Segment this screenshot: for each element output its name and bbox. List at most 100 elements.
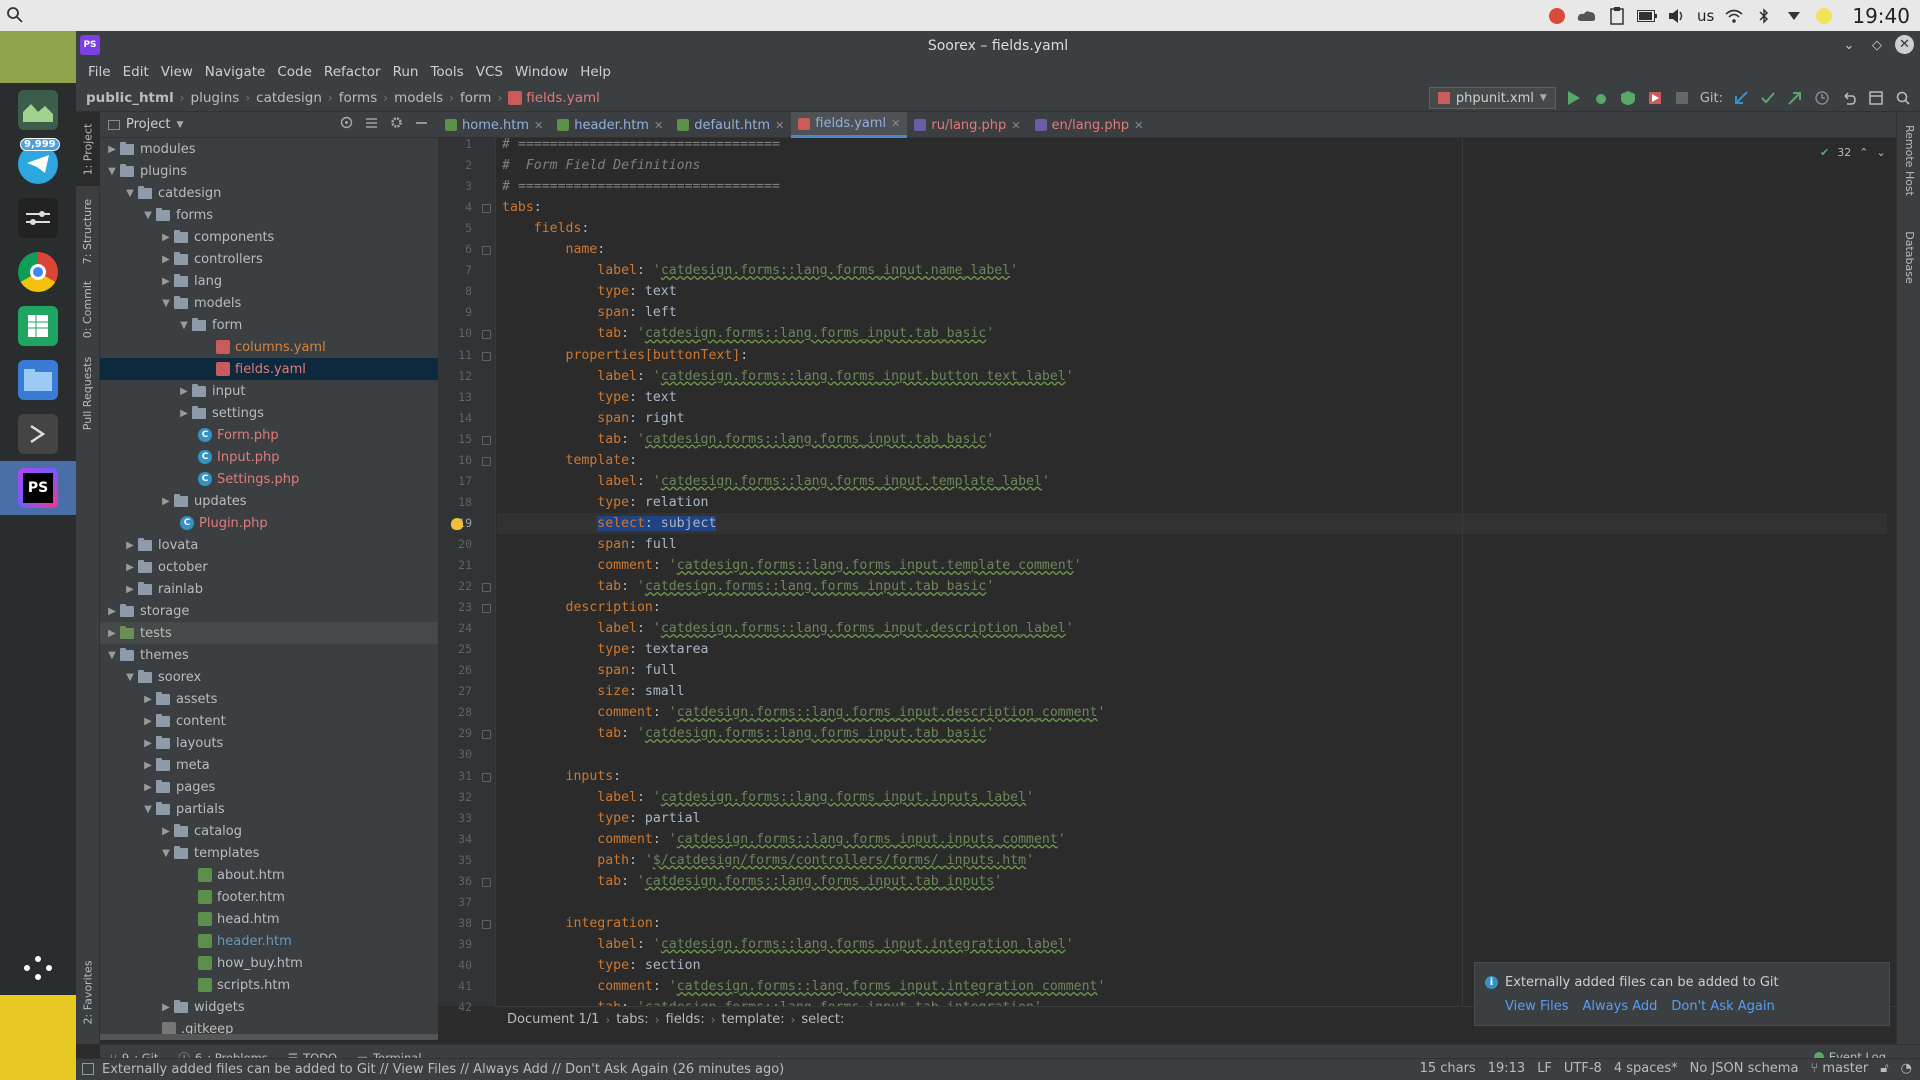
code-editor[interactable]: # ================================= # For… xyxy=(497,138,1887,1006)
chevron-down-icon[interactable]: ▼ xyxy=(176,120,183,130)
fold-marker-icon[interactable] xyxy=(482,246,491,256)
editor-breadcrumb-item[interactable]: fields: xyxy=(666,1012,705,1027)
fold-marker-icon[interactable] xyxy=(482,772,491,782)
expanded-arrow-icon[interactable]: ▼ xyxy=(140,210,156,221)
close-tab-icon[interactable]: ✕ xyxy=(891,117,900,130)
collapsed-arrow-icon[interactable]: ▶ xyxy=(140,782,156,793)
chrome-badge-icon[interactable] xyxy=(1547,7,1567,25)
tab-database[interactable]: Database xyxy=(1897,222,1920,292)
tree-item-pages[interactable]: ▶ pages xyxy=(100,776,438,798)
tree-item-head-htm[interactable]: head.htm xyxy=(100,908,438,930)
cloud-icon[interactable] xyxy=(1577,7,1597,25)
close-tab-icon[interactable]: ✕ xyxy=(775,119,784,132)
battery-icon[interactable] xyxy=(1637,7,1658,25)
menu-file[interactable]: File xyxy=(82,64,117,80)
tree-item-meta[interactable]: ▶ meta xyxy=(100,754,438,776)
close-tab-icon[interactable]: ✕ xyxy=(534,119,543,132)
clipboard-icon[interactable] xyxy=(1607,6,1627,25)
tree-item-controllers[interactable]: ▶ controllers xyxy=(100,248,438,270)
expanded-arrow-icon[interactable]: ▼ xyxy=(158,848,174,859)
fold-marker-icon[interactable] xyxy=(482,456,491,466)
tree-item-settings[interactable]: ▶ settings xyxy=(100,402,438,424)
gear-icon[interactable] xyxy=(390,116,403,133)
fold-marker-icon[interactable] xyxy=(482,330,491,340)
collapsed-arrow-icon[interactable]: ▶ xyxy=(104,606,120,617)
tab-pull-requests[interactable]: Pull Requests xyxy=(76,348,100,438)
tab-commit[interactable]: 0: Commit xyxy=(76,274,100,344)
menu-view[interactable]: View xyxy=(155,64,199,80)
editor-tab-fields-yaml[interactable]: fields.yaml ✕ xyxy=(791,112,908,138)
locate-icon[interactable] xyxy=(340,116,353,133)
tree-item-themes[interactable]: ▼ themes xyxy=(100,644,438,666)
toggle-tool-windows-icon[interactable] xyxy=(82,1063,94,1075)
editor-breadcrumb-item[interactable]: tabs: xyxy=(616,1012,648,1027)
tree-item-input[interactable]: ▶ input xyxy=(100,380,438,402)
dock-files[interactable] xyxy=(0,353,76,407)
editor-breadcrumb-item[interactable]: Document 1/1 xyxy=(507,1012,599,1027)
tree-item-widgets[interactable]: ▶ widgets xyxy=(100,996,438,1018)
tree-item-plugins[interactable]: ▼ plugins xyxy=(100,160,438,182)
expanded-arrow-icon[interactable]: ▼ xyxy=(122,672,138,683)
collapsed-arrow-icon[interactable]: ▶ xyxy=(104,628,120,639)
collapsed-arrow-icon[interactable]: ▶ xyxy=(158,826,174,837)
breadcrumb-item[interactable]: fields.yaml xyxy=(526,90,600,106)
menu-refactor[interactable]: Refactor xyxy=(318,64,387,80)
minimize-icon[interactable]: ⌄ xyxy=(1839,35,1859,55)
project-panel-title[interactable]: Project xyxy=(126,117,170,132)
collapsed-arrow-icon[interactable]: ▶ xyxy=(122,562,138,573)
tree-item-content[interactable]: ▶ content xyxy=(100,710,438,732)
breadcrumb-item[interactable]: form xyxy=(460,90,491,106)
collapse-all-icon[interactable] xyxy=(365,116,378,133)
breadcrumb-item[interactable]: models xyxy=(394,90,443,106)
memory-indicator-icon[interactable]: ◔ xyxy=(1901,1061,1912,1076)
chevron-up-icon[interactable]: ⌃ xyxy=(1859,146,1868,159)
keyboard-layout[interactable]: us xyxy=(1697,7,1714,25)
menu-tools[interactable]: Tools xyxy=(424,64,469,80)
tree-item-assets[interactable]: ▶ assets xyxy=(100,688,438,710)
expanded-arrow-icon[interactable]: ▼ xyxy=(140,804,156,815)
view-files-link[interactable]: View Files xyxy=(1505,999,1569,1014)
tree-item-footer-htm[interactable]: footer.htm xyxy=(100,886,438,908)
profile-icon[interactable] xyxy=(1646,89,1664,107)
coverage-icon[interactable] xyxy=(1619,89,1637,107)
intention-bulb-icon[interactable] xyxy=(451,517,463,530)
close-tab-icon[interactable]: ✕ xyxy=(1011,119,1020,132)
search-icon[interactable] xyxy=(6,6,24,24)
tab-remote-host[interactable]: Remote Host xyxy=(1897,120,1920,200)
night-light-icon[interactable] xyxy=(1814,7,1834,25)
menu-code[interactable]: Code xyxy=(271,64,318,80)
menu-run[interactable]: Run xyxy=(387,64,425,80)
collapsed-arrow-icon[interactable]: ▶ xyxy=(104,144,120,155)
tree-item-header-htm[interactable]: header.htm xyxy=(100,930,438,952)
dont-ask-again-link[interactable]: Don't Ask Again xyxy=(1671,999,1774,1014)
git-push-icon[interactable] xyxy=(1786,89,1804,107)
status-message[interactable]: Externally added files can be added to G… xyxy=(102,1062,784,1077)
tree-item-form[interactable]: ▼ form xyxy=(100,314,438,336)
fold-marker-icon[interactable] xyxy=(482,351,491,361)
tree-item-scripts-htm[interactable]: scripts.htm xyxy=(100,974,438,996)
breadcrumb-item[interactable]: forms xyxy=(339,90,378,106)
tree-item-partials[interactable]: ▼ partials xyxy=(100,798,438,820)
editor-tab-header-htm[interactable]: header.htm ✕ xyxy=(550,112,670,138)
menu-navigate[interactable]: Navigate xyxy=(199,64,272,80)
editor-tab-home-htm[interactable]: home.htm ✕ xyxy=(438,112,550,138)
collapsed-arrow-icon[interactable]: ▶ xyxy=(158,254,174,265)
expanded-arrow-icon[interactable]: ▼ xyxy=(122,188,138,199)
wifi-icon[interactable] xyxy=(1724,7,1744,25)
expanded-arrow-icon[interactable]: ▼ xyxy=(176,320,192,331)
search-everywhere-icon[interactable] xyxy=(1894,89,1912,107)
tree-item-templates[interactable]: ▼ templates xyxy=(100,842,438,864)
close-tab-icon[interactable]: ✕ xyxy=(654,119,663,132)
editor-breadcrumb-item[interactable]: template: xyxy=(722,1012,785,1027)
tree-item-catdesign[interactable]: ▼ catdesign xyxy=(100,182,438,204)
tree-item-storage[interactable]: ▶ storage xyxy=(100,600,438,622)
run-icon[interactable] xyxy=(1565,89,1583,107)
editor-tab-ru-lang-php[interactable]: ru/lang.php ✕ xyxy=(907,112,1027,138)
tab-structure[interactable]: 7: Structure xyxy=(76,192,100,270)
tree-item-lovata[interactable]: ▶ lovata xyxy=(100,534,438,556)
fold-marker-icon[interactable] xyxy=(482,435,491,445)
fold-marker-icon[interactable] xyxy=(482,604,491,614)
line-separator[interactable]: LF xyxy=(1537,1061,1552,1076)
always-add-link[interactable]: Always Add xyxy=(1583,999,1658,1014)
dock-telegram[interactable]: 9,999 xyxy=(0,137,76,191)
